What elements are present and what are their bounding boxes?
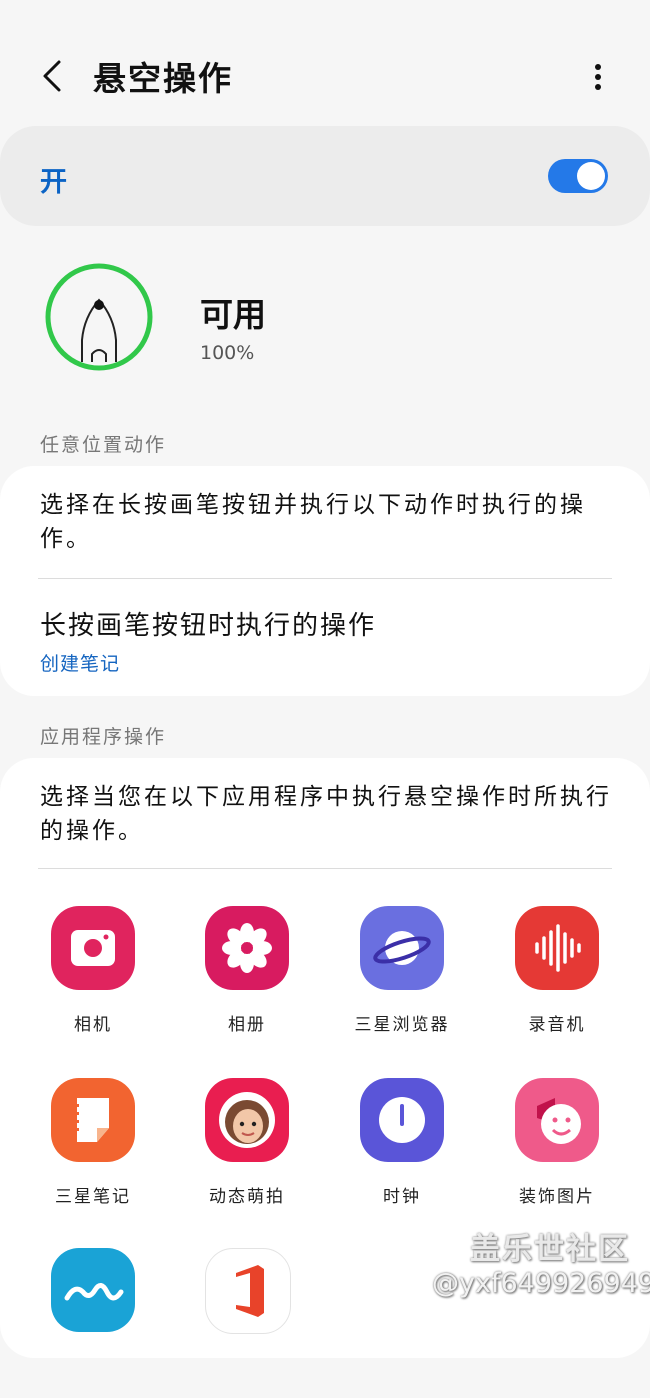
s-pen-status-icon	[44, 262, 154, 372]
app-label: 动态萌拍	[209, 1187, 285, 1207]
app-voice-recorder[interactable]: 录音机	[487, 906, 627, 1056]
photo-decor-icon	[515, 1078, 599, 1162]
camera-icon	[51, 906, 135, 990]
app-label: 装饰图片	[519, 1187, 595, 1207]
app-label: 三星浏览器	[354, 1015, 450, 1035]
app-label: 三星笔记	[55, 1187, 131, 1207]
more-options-button[interactable]	[582, 58, 614, 96]
master-switch-row[interactable]: 开	[0, 126, 650, 226]
anywhere-description: 选择在长按画笔按钮并执行以下动作时执行的操作。	[40, 492, 586, 552]
app-gallery[interactable]: 相册	[177, 906, 317, 1056]
watermark-site: 盖乐世社区	[470, 1232, 630, 1267]
app-camera[interactable]: 相机	[23, 906, 163, 1056]
section-header-anywhere: 任意位置动作	[40, 434, 167, 456]
clock-icon	[360, 1078, 444, 1162]
app-ar-emoji[interactable]: 动态萌拍	[177, 1078, 317, 1228]
app-pentastic[interactable]	[23, 1248, 163, 1398]
apps-description: 选择当您在以下应用程序中执行悬空操作时所执行的操作。	[40, 784, 612, 844]
long-press-action-value: 创建笔记	[40, 653, 121, 675]
app-samsung-internet[interactable]: 三星浏览器	[332, 906, 472, 1056]
gallery-flower-icon	[205, 906, 289, 990]
app-samsung-notes[interactable]: 三星笔记	[23, 1078, 163, 1228]
more-vertical-icon	[595, 64, 601, 90]
section-header-apps: 应用程序操作	[40, 726, 167, 748]
app-label: 相册	[228, 1015, 266, 1035]
toggle-knob	[577, 162, 605, 190]
app-label: 录音机	[528, 1015, 586, 1035]
app-photo-decor[interactable]: 装饰图片	[487, 1078, 627, 1228]
long-press-action-title: 长按画笔按钮时执行的操作	[40, 611, 377, 641]
watermark-user: @yxf649926949	[432, 1268, 650, 1299]
back-button[interactable]	[34, 56, 70, 96]
back-arrow-icon	[43, 60, 61, 92]
app-clock[interactable]: 时钟	[332, 1078, 472, 1228]
master-toggle[interactable]	[548, 159, 608, 193]
pentastic-icon	[51, 1248, 135, 1332]
ar-emoji-icon	[205, 1078, 289, 1162]
pen-status-title: 可用	[200, 295, 266, 334]
app-label: 时钟	[383, 1187, 421, 1207]
long-press-action-row[interactable]: 长按画笔按钮时执行的操作 创建笔记	[0, 579, 650, 679]
pen-battery-level: 100%	[200, 342, 255, 364]
divider	[38, 868, 612, 869]
notes-icon	[51, 1078, 135, 1162]
voice-recorder-icon	[515, 906, 599, 990]
app-label: 相机	[74, 1015, 112, 1035]
internet-planet-icon	[360, 906, 444, 990]
app-office[interactable]	[177, 1248, 317, 1398]
anywhere-actions-card: 选择在长按画笔按钮并执行以下动作时执行的操作。 长按画笔按钮时执行的操作 创建笔…	[0, 466, 650, 696]
office-icon	[205, 1248, 291, 1334]
page-title: 悬空操作	[93, 59, 233, 98]
master-switch-label: 开	[40, 167, 67, 198]
